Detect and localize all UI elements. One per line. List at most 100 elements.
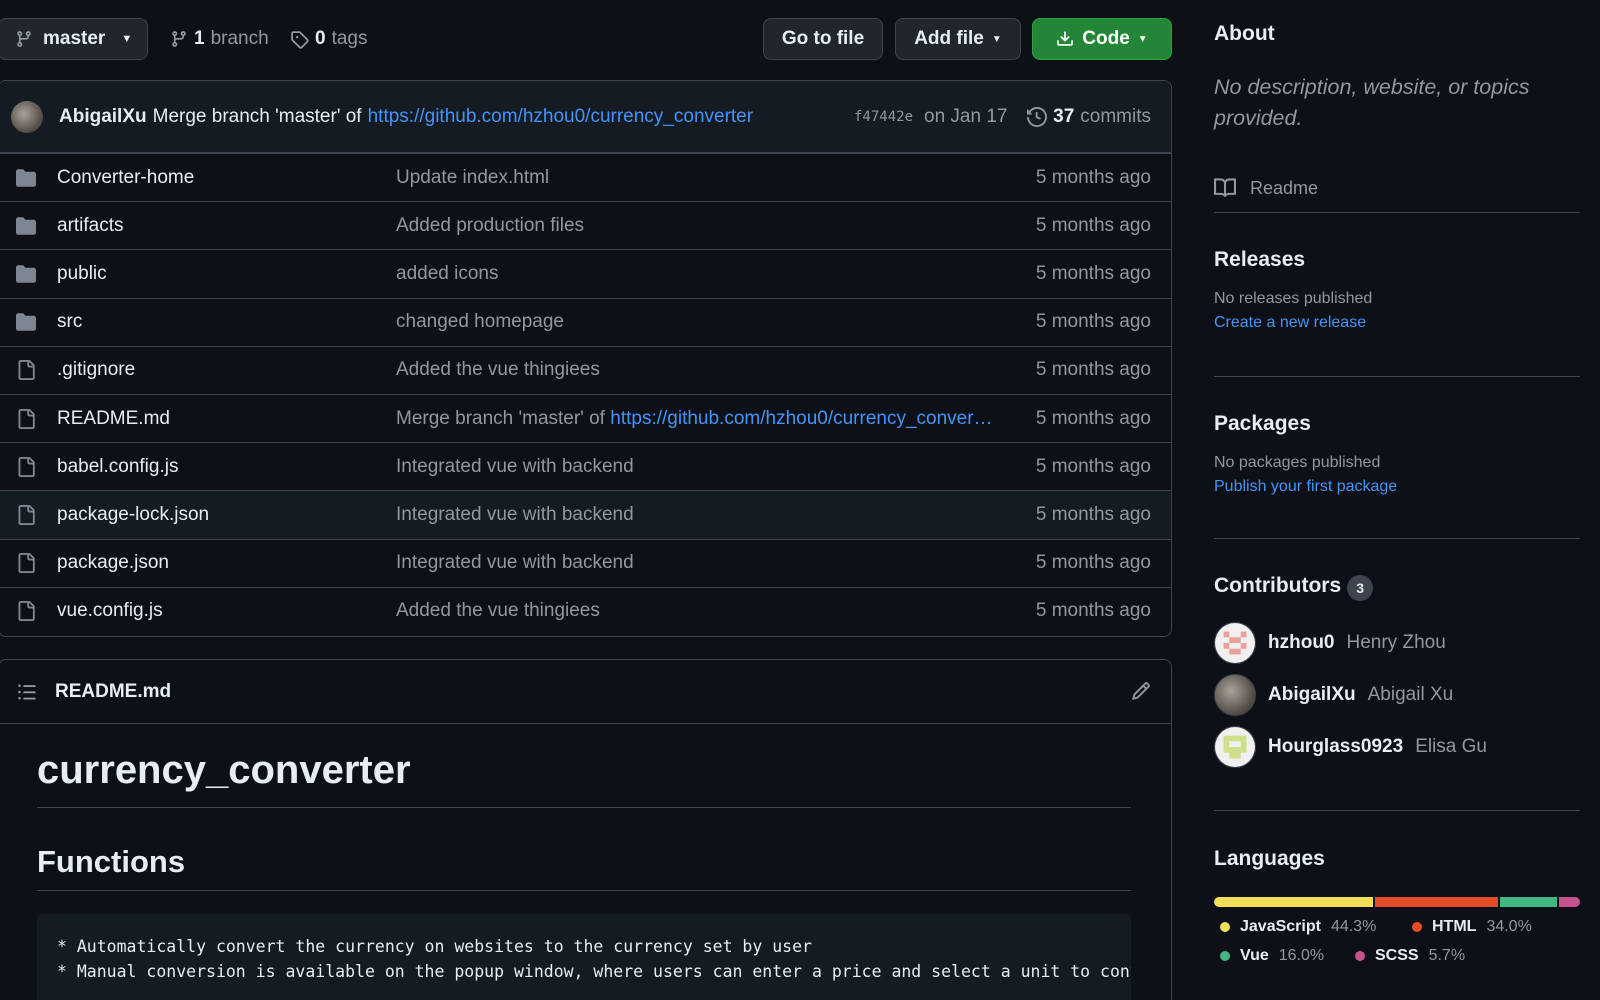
tags-count: 0 <box>315 28 326 49</box>
commit-sha[interactable]: f47442e <box>854 109 913 125</box>
language-color-dot <box>1412 922 1422 932</box>
commit-message-text[interactable]: Merge branch 'master' of <box>396 408 605 429</box>
commit-author[interactable]: AbigailXu <box>59 106 147 128</box>
about-section: About No description, website, or topics… <box>1214 22 1529 198</box>
file-row[interactable]: src changed homepage 5 months ago <box>0 297 1171 346</box>
language-item[interactable]: SCSS 5.7% <box>1355 947 1465 965</box>
file-name[interactable]: .gitignore <box>57 359 135 381</box>
file-name[interactable]: babel.config.js <box>57 456 178 478</box>
file-row[interactable]: artifacts Added production files 5 month… <box>0 201 1171 249</box>
folder-icon <box>16 265 36 283</box>
languages-heading: Languages <box>1214 847 1325 870</box>
file-name[interactable]: artifacts <box>57 215 124 237</box>
file-commit-message[interactable]: Integrated vue with backend <box>396 456 634 478</box>
file-age: 5 months ago <box>1035 503 1151 525</box>
file-commit-message[interactable]: Added the vue thingiees <box>396 600 600 622</box>
branches-link[interactable]: 1 branch <box>170 18 269 60</box>
avatar[interactable] <box>11 100 43 133</box>
language-item[interactable]: HTML 34.0% <box>1412 918 1532 936</box>
about-heading: About <box>1214 22 1275 45</box>
contributors-heading[interactable]: Contributors <box>1214 574 1341 597</box>
go-to-file-button[interactable]: Go to file <box>763 18 883 60</box>
file-icon <box>18 360 35 381</box>
language-name: SCSS <box>1375 947 1419 964</box>
tags-label: tags <box>331 28 368 49</box>
contributor-item[interactable]: AbigailXu Abigail Xu <box>1214 674 1453 716</box>
branch-name: master <box>43 28 106 49</box>
folder-icon <box>16 168 36 187</box>
file-icon <box>18 553 35 574</box>
commit-message-link[interactable]: https://github.com/hzhou0/currency_conve… <box>368 106 753 128</box>
file-commit-message[interactable]: Update index.html <box>396 167 549 189</box>
branch-selector-button[interactable]: master ▼ <box>0 18 148 60</box>
file-name[interactable]: vue.config.js <box>57 600 163 622</box>
language-bar-segment <box>1559 897 1580 907</box>
readme-filename[interactable]: README.md <box>55 681 171 703</box>
commits-label: commits <box>1080 105 1151 127</box>
file-commit-message[interactable]: Integrated vue with backend <box>396 504 634 526</box>
file-age: 5 months ago <box>1035 311 1151 333</box>
readme-header: README.md <box>0 660 1171 724</box>
avatar[interactable] <box>1214 674 1256 716</box>
file-commit-message[interactable]: Added production files <box>396 215 584 237</box>
avatar[interactable] <box>1214 726 1256 768</box>
file-name[interactable]: package-lock.json <box>57 504 209 526</box>
commit-message[interactable]: Merge branch 'master' of <box>153 106 362 128</box>
contributor-login[interactable]: Hourglass0923 <box>1268 736 1403 758</box>
language-bar-segment <box>1499 897 1558 907</box>
file-row[interactable]: vue.config.js Added the vue thingiees 5 … <box>0 586 1171 635</box>
file-commit-message[interactable]: Merge branch 'master' of https://github.… <box>396 408 993 430</box>
file-row[interactable]: babel.config.js Integrated vue with back… <box>0 442 1171 490</box>
file-name[interactable]: package.json <box>57 552 169 574</box>
tag-icon <box>291 30 309 49</box>
add-file-button[interactable]: Add file ▼ <box>895 18 1021 60</box>
contributor-item[interactable]: Hourglass0923 Elisa Gu <box>1214 726 1487 768</box>
file-icon <box>18 408 35 429</box>
file-name[interactable]: README.md <box>57 408 170 430</box>
commit-message-link[interactable]: https://github.com/hzhou0/currency_conve… <box>610 408 992 429</box>
commit-date: on Jan 17 <box>924 105 1008 127</box>
packages-heading[interactable]: Packages <box>1214 412 1397 436</box>
file-row[interactable]: .gitignore Added the vue thingiees 5 mon… <box>0 345 1171 394</box>
file-row[interactable]: public added icons 5 months ago <box>0 249 1171 297</box>
commits-count: 37 <box>1053 105 1075 127</box>
file-commit-message[interactable]: Integrated vue with backend <box>396 552 634 574</box>
file-commit-message[interactable]: changed homepage <box>396 311 564 333</box>
divider <box>1214 376 1580 377</box>
packages-text: No packages published <box>1214 454 1381 471</box>
file-row[interactable]: README.md Merge branch 'master' of https… <box>0 393 1171 442</box>
file-age: 5 months ago <box>1035 552 1151 574</box>
language-name: HTML <box>1432 918 1477 935</box>
contributor-login[interactable]: hzhou0 <box>1268 632 1335 654</box>
releases-text: No releases published <box>1214 290 1373 307</box>
create-release-link[interactable]: Create a new release <box>1214 314 1372 332</box>
file-row[interactable]: package.json Integrated vue with backend… <box>0 538 1171 587</box>
pencil-icon[interactable] <box>1131 681 1151 701</box>
list-icon[interactable] <box>17 682 37 702</box>
language-percent: 34.0% <box>1486 918 1532 935</box>
file-row[interactable]: Converter-home Update index.html 5 month… <box>0 153 1171 201</box>
language-item[interactable]: Vue 16.0% <box>1220 947 1324 965</box>
chevron-down-icon: ▼ <box>121 33 133 45</box>
contributor-login[interactable]: AbigailXu <box>1268 684 1356 706</box>
file-name[interactable]: Converter-home <box>57 167 194 189</box>
file-name[interactable]: public <box>57 263 107 285</box>
file-icon <box>18 601 35 622</box>
contributor-name: Elisa Gu <box>1415 736 1487 757</box>
file-name[interactable]: src <box>57 311 82 333</box>
language-color-dot <box>1355 951 1365 961</box>
publish-package-link[interactable]: Publish your first package <box>1214 478 1397 496</box>
history-icon <box>1027 106 1048 127</box>
contributor-item[interactable]: hzhou0 Henry Zhou <box>1214 622 1446 664</box>
releases-heading[interactable]: Releases <box>1214 248 1372 272</box>
tags-link[interactable]: 0 tags <box>290 18 368 60</box>
code-button[interactable]: Code ▼ <box>1032 18 1172 60</box>
language-item[interactable]: JavaScript 44.3% <box>1220 918 1376 936</box>
readme-link[interactable]: Readme <box>1214 177 1318 199</box>
file-commit-message[interactable]: Added the vue thingiees <box>396 359 600 381</box>
language-bar-segment <box>1214 897 1374 907</box>
commits-link[interactable]: 37 commits <box>1027 106 1151 128</box>
avatar[interactable] <box>1214 622 1256 664</box>
file-commit-message[interactable]: added icons <box>396 263 498 285</box>
file-row[interactable]: package-lock.json Integrated vue with ba… <box>0 490 1171 539</box>
